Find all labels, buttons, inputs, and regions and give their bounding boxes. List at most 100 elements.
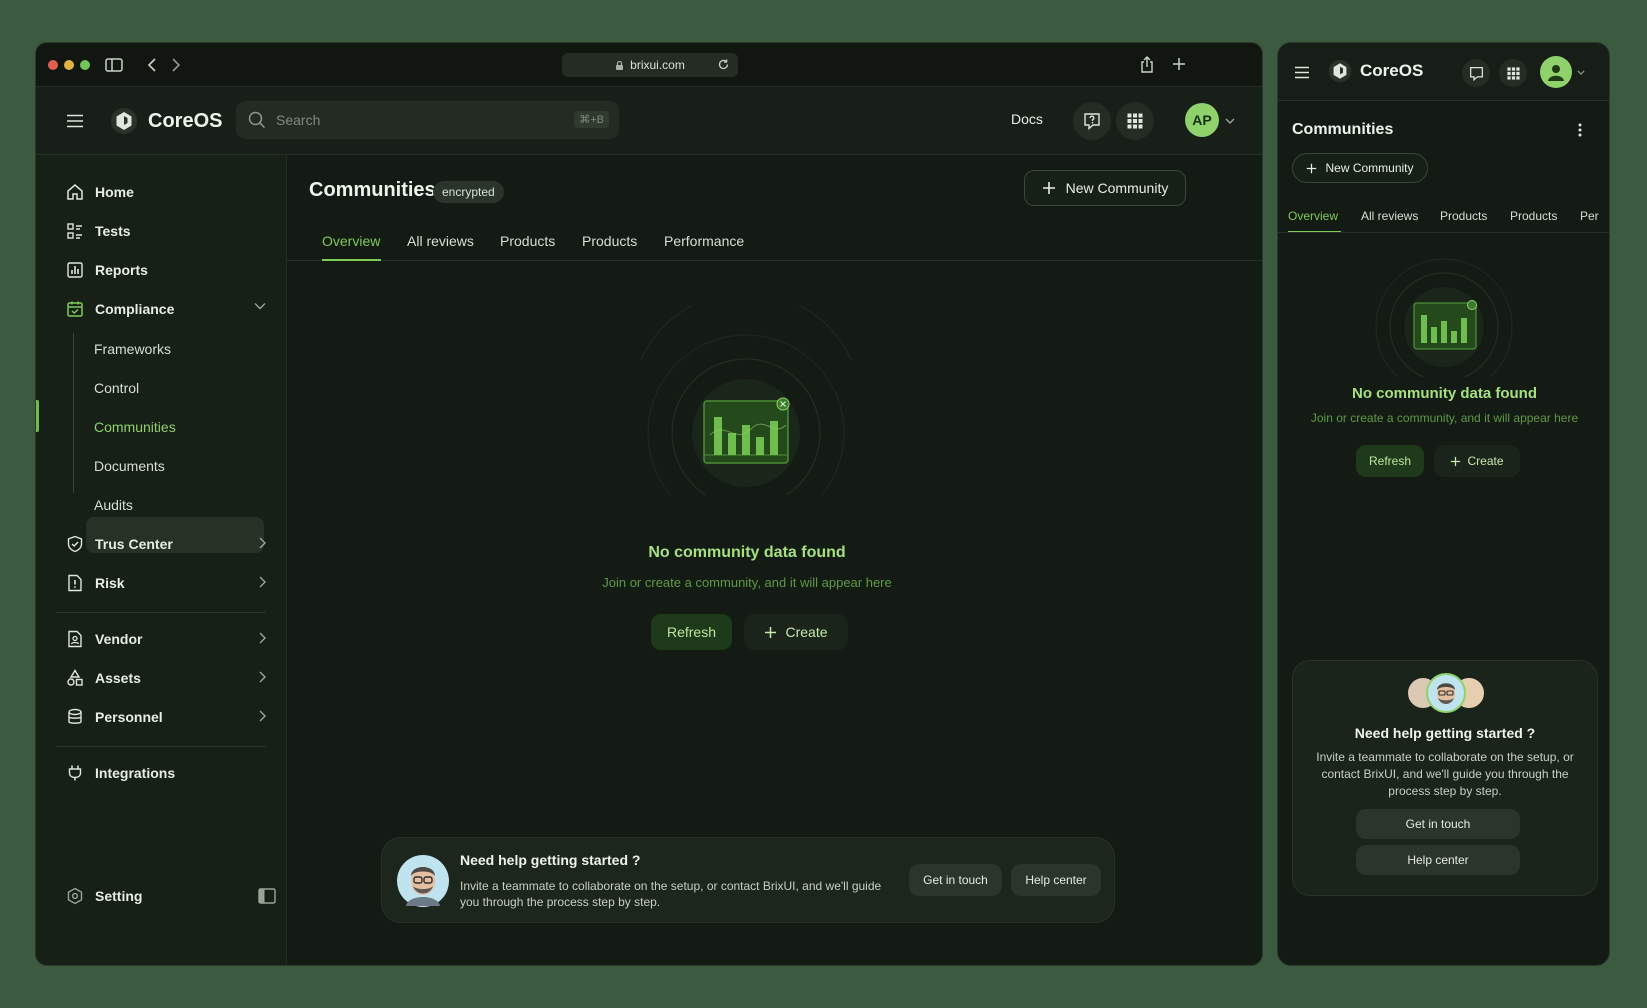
get-in-touch-button[interactable]: Get in touch	[1356, 809, 1520, 839]
tab-performance[interactable]: Per	[1580, 209, 1599, 223]
sidebar-subitem-frameworks[interactable]: Frameworks	[94, 341, 171, 357]
sidebar-item-risk[interactable]: Risk	[66, 566, 266, 600]
button-label: New Community	[1325, 161, 1414, 175]
coreos-logo-icon	[111, 108, 137, 134]
shield-icon	[67, 535, 83, 553]
chevron-right-icon[interactable]	[258, 537, 266, 549]
chevron-right-icon[interactable]	[258, 671, 266, 683]
chevron-right-icon[interactable]	[258, 632, 266, 644]
sidebar-item-tests[interactable]: Tests	[66, 214, 266, 248]
menu-icon[interactable]	[64, 111, 86, 131]
tab-all-reviews[interactable]: All reviews	[1361, 209, 1418, 223]
button-label: Create	[785, 624, 828, 640]
plus-icon	[1042, 182, 1055, 194]
sidebar-item-label: Home	[95, 184, 134, 200]
sidebar-item-label: Compliance	[95, 301, 175, 317]
create-button[interactable]: Create	[744, 614, 848, 650]
sidebar-item-home[interactable]: Home	[66, 175, 266, 209]
chevron-down-icon[interactable]	[1576, 67, 1586, 77]
maximize-window-dot[interactable]	[80, 60, 90, 70]
sidebar-subitem-communities[interactable]: Communities	[94, 419, 176, 435]
empty-chart-illustration	[640, 305, 852, 495]
mobile-window: CoreOS Communities New Community Overvie…	[1277, 42, 1610, 966]
list-icon	[67, 223, 82, 239]
url-bar[interactable]: brixui.com	[562, 53, 738, 77]
new-community-button[interactable]: New Community	[1292, 153, 1428, 183]
close-window-dot[interactable]	[48, 60, 58, 70]
feedback-button[interactable]	[1462, 59, 1490, 87]
empty-subtitle: Join or create a community, and it will …	[602, 575, 892, 590]
help-center-button[interactable]: Help center	[1356, 845, 1520, 875]
share-icon[interactable]	[1136, 53, 1158, 75]
team-avatars	[1406, 673, 1486, 713]
back-icon[interactable]	[142, 55, 162, 75]
brand[interactable]: CoreOS	[110, 107, 222, 135]
refresh-button[interactable]: Refresh	[1356, 445, 1424, 477]
create-button[interactable]: Create	[1434, 445, 1520, 477]
sidebar-item-reports[interactable]: Reports	[66, 253, 266, 287]
sidebar-toggle-icon[interactable]	[104, 55, 124, 75]
forward-icon[interactable]	[166, 55, 186, 75]
tab-overview[interactable]: Overview	[1288, 209, 1338, 223]
chevron-down-icon[interactable]	[254, 302, 266, 310]
tab-products[interactable]: Products	[500, 233, 555, 249]
menu-icon[interactable]	[1292, 63, 1312, 81]
help-center-button[interactable]: Help center	[1011, 864, 1101, 896]
sidebar-subitem-control[interactable]: Control	[94, 380, 139, 396]
grid-icon	[1506, 66, 1520, 80]
tab-overview[interactable]: Overview	[322, 233, 380, 249]
sidebar-item-personnel[interactable]: Personnel	[66, 700, 266, 734]
sidebar-item-assets[interactable]: Assets	[66, 661, 266, 695]
home-icon	[67, 184, 83, 200]
empty-chart-illustration	[1375, 258, 1513, 377]
sidebar-item-label: Vendor	[95, 631, 143, 647]
sidebar-item-setting[interactable]: Setting	[66, 879, 276, 913]
reload-icon[interactable]	[717, 58, 730, 71]
tab-products-2[interactable]: Products	[582, 233, 637, 249]
tab-active-underline	[1288, 231, 1341, 232]
sidebar-subitem-audits[interactable]: Audits	[94, 497, 133, 513]
status-badge: encrypted	[433, 181, 504, 203]
search-input[interactable]: Search ⌘+B	[236, 101, 619, 139]
help-chat-icon	[1084, 113, 1100, 130]
avatar[interactable]: AP	[1185, 103, 1219, 137]
collapse-sidebar-icon[interactable]	[258, 888, 276, 904]
mobile-brand[interactable]: CoreOS	[1328, 59, 1423, 83]
sidebar: Home Tests Reports Compliance Frameworks…	[36, 155, 287, 965]
sidebar-item-trust-center[interactable]: Trus Center	[66, 527, 266, 561]
tab-active-underline	[322, 259, 381, 261]
brand-name: CoreOS	[148, 109, 223, 132]
vendor-icon	[68, 630, 82, 648]
docs-link[interactable]: Docs	[1011, 111, 1043, 127]
tab-performance[interactable]: Performance	[664, 233, 744, 249]
grid-icon	[1127, 113, 1143, 129]
feedback-button[interactable]	[1073, 102, 1111, 140]
gear-icon	[67, 887, 83, 905]
sidebar-item-label: Setting	[95, 888, 143, 904]
minimize-window-dot[interactable]	[64, 60, 74, 70]
tab-products-2[interactable]: Products	[1510, 209, 1557, 223]
sidebar-item-label: Trus Center	[95, 536, 173, 552]
sidebar-item-vendor[interactable]: Vendor	[66, 622, 266, 656]
chevron-down-icon[interactable]	[1224, 115, 1236, 127]
sidebar-item-integrations[interactable]: Integrations	[66, 756, 266, 790]
new-community-button[interactable]: New Community	[1024, 170, 1186, 206]
alert-file-icon	[68, 574, 82, 592]
get-in-touch-button[interactable]: Get in touch	[909, 864, 1002, 896]
sidebar-item-compliance[interactable]: Compliance	[66, 292, 266, 326]
sidebar-divider	[56, 746, 266, 747]
new-tab-icon[interactable]	[1168, 53, 1190, 75]
apps-grid-button[interactable]	[1116, 102, 1154, 140]
more-options-icon[interactable]	[1572, 121, 1588, 139]
page-title: Communities	[309, 179, 436, 201]
url-text: brixui.com	[630, 58, 685, 72]
sidebar-subitem-documents[interactable]: Documents	[94, 458, 165, 474]
refresh-button[interactable]: Refresh	[651, 614, 732, 650]
avatar[interactable]	[1540, 56, 1572, 88]
main-content: Communities encrypted New Community Over…	[287, 155, 1262, 965]
tab-all-reviews[interactable]: All reviews	[407, 233, 474, 249]
chevron-right-icon[interactable]	[258, 710, 266, 722]
tab-products[interactable]: Products	[1440, 209, 1487, 223]
apps-grid-button[interactable]	[1499, 59, 1527, 87]
chevron-right-icon[interactable]	[258, 576, 266, 588]
